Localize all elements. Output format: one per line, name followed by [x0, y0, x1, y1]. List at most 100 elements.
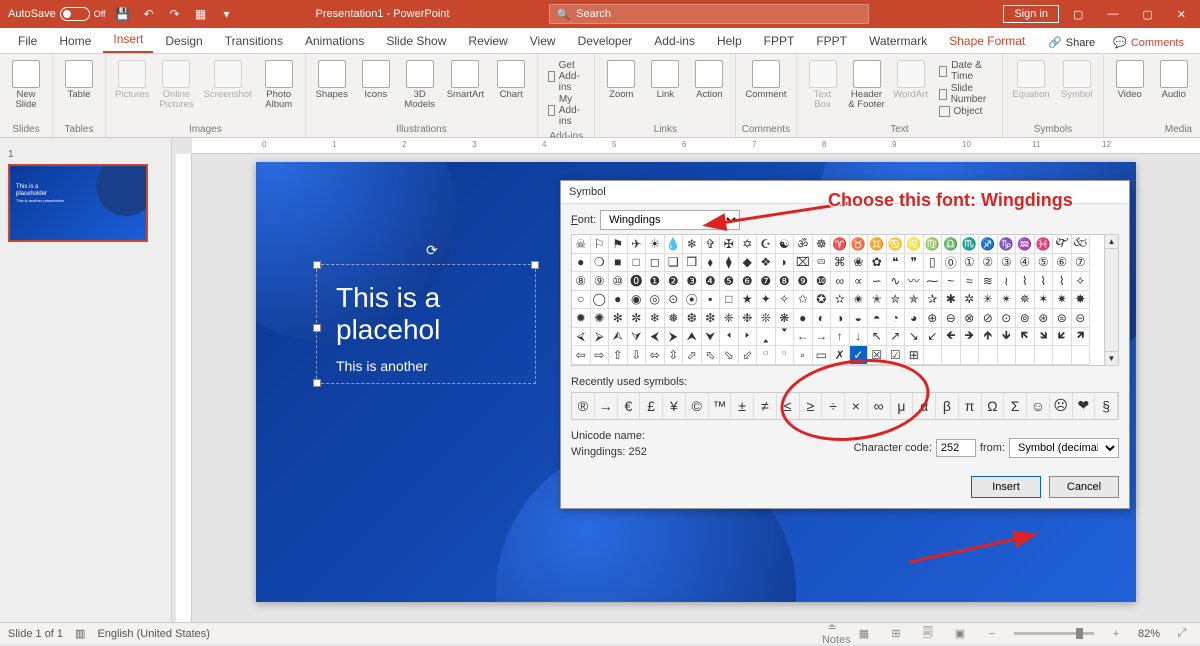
symbol-cell[interactable]: ∽: [868, 272, 887, 291]
start-slideshow-icon[interactable]: ▦: [192, 5, 210, 23]
accessibility-icon[interactable]: ▥: [75, 627, 85, 640]
symbol-cell[interactable]: 💧: [665, 235, 684, 254]
symbol-cell[interactable]: ❊: [757, 309, 776, 328]
symbol-cell[interactable]: ◔: [887, 309, 906, 328]
symbol-cell[interactable]: ⊚: [1016, 309, 1035, 328]
symbol-cell[interactable]: ❍: [591, 254, 610, 273]
symbol-cell[interactable]: ⌧: [794, 254, 813, 273]
scroll-up-icon[interactable]: ▲: [1105, 235, 1118, 249]
symbol-cell[interactable]: ✰: [924, 291, 943, 310]
recent-symbol[interactable]: →: [595, 393, 618, 419]
symbol-cell[interactable]: ♉: [850, 235, 869, 254]
close-icon[interactable]: ✕: [1167, 4, 1196, 25]
symbol-cell[interactable]: ○: [572, 291, 591, 310]
symbol-cell[interactable]: ⮝: [683, 328, 702, 347]
symbol-cell[interactable]: ◒: [850, 309, 869, 328]
recent-symbol[interactable]: ®: [572, 393, 595, 419]
ribbon-my-add-ins[interactable]: My Add-ins: [548, 94, 584, 127]
symbol-cell[interactable]: ⚐: [591, 235, 610, 254]
symbol-cell[interactable]: ⑦: [1072, 254, 1091, 273]
symbol-cell[interactable]: ⑩: [609, 272, 628, 291]
symbol-cell[interactable]: ✡: [739, 235, 758, 254]
symbol-cell[interactable]: ◗: [776, 254, 795, 273]
slideshow-view-icon[interactable]: ▣: [950, 627, 970, 640]
symbol-cell[interactable]: ✴: [998, 291, 1017, 310]
symbol-cell[interactable]: ✺: [591, 309, 610, 328]
symbol-cell[interactable]: ●: [794, 309, 813, 328]
ribbon-get-add-ins[interactable]: Get Add-ins: [548, 60, 584, 93]
symbol-cell[interactable]: ↗: [887, 328, 906, 347]
symbol-cell[interactable]: ♍: [924, 235, 943, 254]
symbol-cell[interactable]: ⌘: [831, 254, 850, 273]
symbol-cell[interactable]: ④: [1016, 254, 1035, 273]
symbol-grid[interactable]: ☠⚐⚑✈☀💧❄✞✠✡☪☯ॐ☸♈♉♊♋♌♍♎♏♐♑♒♓🙰🙵●❍■□◻❑❒⬧⧫◆❖◗…: [572, 235, 1104, 365]
symbol-cell[interactable]: ♊: [868, 235, 887, 254]
ribbon-header-& footer[interactable]: Header & Footer: [847, 58, 887, 113]
symbol-cell[interactable]: 🙵: [1072, 235, 1091, 254]
symbol-cell[interactable]: ✩: [794, 291, 813, 310]
symbol-cell[interactable]: ☑: [887, 346, 906, 365]
symbol-cell[interactable]: ⊛: [1035, 309, 1054, 328]
symbol-cell[interactable]: ✲: [961, 291, 980, 310]
ribbon-3d-models[interactable]: 3D Models: [400, 58, 440, 113]
symbol-cell[interactable]: ❄: [646, 309, 665, 328]
symbol-cell[interactable]: ♋: [887, 235, 906, 254]
symbol-cell[interactable]: ↘: [905, 328, 924, 347]
tab-help[interactable]: Help: [707, 29, 752, 53]
tab-file[interactable]: File: [8, 29, 47, 53]
symbol-cell[interactable]: ①: [961, 254, 980, 273]
symbol-cell[interactable]: ▫: [794, 346, 813, 365]
symbol-cell[interactable]: [924, 346, 943, 365]
grid-scrollbar[interactable]: ▲ ▼: [1104, 235, 1118, 365]
symbol-cell[interactable]: ♓: [1035, 235, 1054, 254]
recent-symbol[interactable]: ☺: [1027, 393, 1050, 419]
tab-watermark[interactable]: Watermark: [859, 29, 937, 53]
from-select[interactable]: Symbol (decimal): [1009, 438, 1119, 458]
recent-symbol[interactable]: ∞: [868, 393, 891, 419]
ribbon-audio[interactable]: Audio: [1154, 58, 1194, 102]
symbol-cell[interactable]: ∞: [831, 272, 850, 291]
tab-home[interactable]: Home: [49, 29, 101, 53]
symbol-cell[interactable]: ⧫: [720, 254, 739, 273]
symbol-cell[interactable]: ⇩: [628, 346, 647, 365]
symbol-cell[interactable]: ✞: [702, 235, 721, 254]
tab-insert[interactable]: Insert: [103, 27, 153, 53]
symbol-cell[interactable]: [998, 346, 1017, 365]
symbol-cell[interactable]: ≀: [998, 272, 1017, 291]
symbol-cell[interactable]: ◆: [739, 254, 758, 273]
symbol-cell[interactable]: ❼: [757, 272, 776, 291]
symbol-cell[interactable]: [1035, 346, 1054, 365]
symbol-cell[interactable]: ☠: [572, 235, 591, 254]
symbol-cell[interactable]: ◑: [831, 309, 850, 328]
symbol-cell[interactable]: ❞: [905, 254, 924, 273]
symbol-cell[interactable]: ⇧: [609, 346, 628, 365]
symbol-cell[interactable]: 🡹: [979, 328, 998, 347]
symbol-cell[interactable]: ✫: [831, 291, 850, 310]
symbol-cell[interactable]: ❉: [739, 309, 758, 328]
symbol-cell[interactable]: ⮛: [628, 328, 647, 347]
symbol-cell[interactable]: ⊙: [998, 309, 1017, 328]
insert-button[interactable]: Insert: [971, 476, 1041, 498]
symbol-cell[interactable]: [961, 346, 980, 365]
ribbon-comment[interactable]: Comment: [742, 58, 789, 102]
symbol-cell[interactable]: ❑: [665, 254, 684, 273]
symbol-cell[interactable]: 🡻: [998, 328, 1017, 347]
recent-symbol[interactable]: ×: [845, 393, 868, 419]
symbol-cell[interactable]: □: [628, 254, 647, 273]
ribbon-photo-album[interactable]: Photo Album: [259, 58, 299, 113]
symbol-cell[interactable]: ⮹: [813, 254, 832, 273]
symbol-cell[interactable]: ❶: [646, 272, 665, 291]
ribbon-icons[interactable]: Icons: [356, 58, 396, 102]
symbol-cell[interactable]: ✗: [831, 346, 850, 365]
symbol-cell[interactable]: 🡼: [1016, 328, 1035, 347]
symbol-cell[interactable]: ☪: [757, 235, 776, 254]
symbol-cell[interactable]: ~: [942, 272, 961, 291]
reading-view-icon[interactable]: 🗐: [918, 624, 938, 643]
zoom-in-icon[interactable]: +: [1106, 628, 1126, 640]
tab-animations[interactable]: Animations: [295, 29, 374, 53]
symbol-cell[interactable]: ❾: [794, 272, 813, 291]
symbol-cell[interactable]: 🡺: [961, 328, 980, 347]
zoom-value[interactable]: 82%: [1138, 628, 1160, 640]
recent-symbol[interactable]: α: [913, 393, 936, 419]
symbol-cell[interactable]: ❋: [776, 309, 795, 328]
